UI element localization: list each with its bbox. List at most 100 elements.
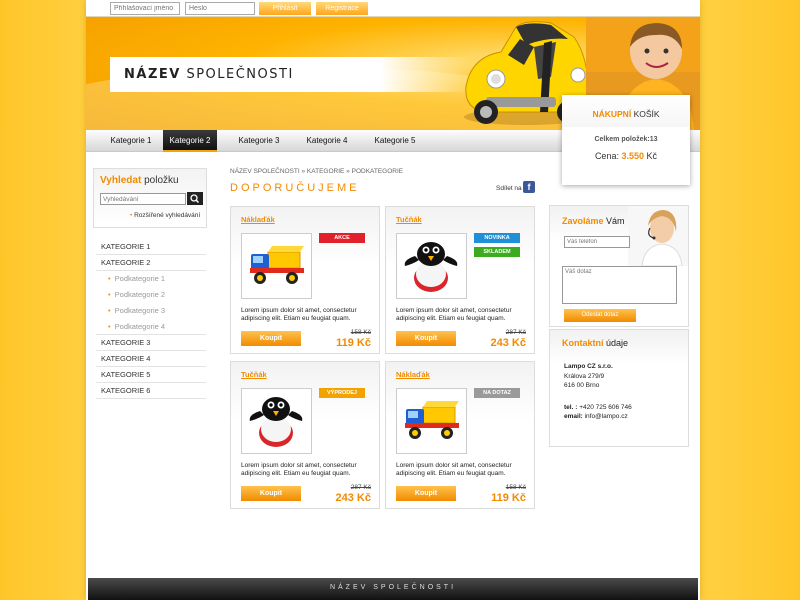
old-price: 158 Kč (505, 484, 526, 491)
cart-item-count: Celkem položek:13 (562, 136, 690, 143)
bullet-icon: • (108, 306, 111, 315)
category-item-kategorie-3[interactable]: KATEGORIE 3 (96, 335, 206, 351)
username-input[interactable] (110, 2, 180, 15)
badge-akce: AKCE (319, 233, 365, 243)
company-logo: NÁZEV SPOLEČNOSTI (124, 67, 294, 82)
contact-phone-label: tel. : (564, 403, 578, 411)
callback-title: Zavoláme Vám (562, 216, 625, 226)
search-box: Vyhledat položku • Rozšířené vyhledávání (93, 168, 207, 228)
contact-city: 616 00 Brno (564, 382, 600, 389)
contact-title: Kontaktní údaje (562, 338, 628, 348)
register-button[interactable]: Registrace (316, 2, 368, 15)
phone-input[interactable] (564, 236, 630, 248)
contact-street: Králova 279/9 (564, 372, 605, 380)
product-description: Lorem ipsum dolor sit amet, consectetur … (396, 462, 512, 477)
nav-item-kategorie-4[interactable]: Kategorie 4 (294, 130, 360, 152)
subcategory-label: Podkategorie 1 (114, 274, 166, 283)
logo-box[interactable]: NÁZEV SPOLEČNOSTI (110, 57, 470, 92)
buy-button[interactable]: Koupit (241, 331, 301, 346)
penguin-image (249, 397, 303, 447)
callback-box: Zavoláme Vám Odeslat dotaz (549, 205, 689, 327)
contact-phone: tel. : +420 725 606 746 (564, 403, 632, 413)
question-textarea[interactable] (562, 266, 677, 304)
contact-email-value: info@lampo.cz (584, 413, 628, 420)
contact-box: Kontaktní údaje Lampo CZ s.r.o. Králova … (549, 329, 689, 447)
breadcrumb[interactable]: NÁZEV SPOLEČNOSTI » KATEGORIE » PODKATEG… (230, 168, 403, 175)
contact-spacer (564, 391, 632, 403)
product-name-link[interactable]: Náklaďák (241, 215, 275, 224)
badge-novinka: NOVINKA (474, 233, 520, 243)
contact-company: Lampo CZ s.r.o. (564, 363, 613, 370)
login-button[interactable]: Přihlásit (259, 2, 311, 15)
category-item-kategorie-1[interactable]: KATEGORIE 1 (96, 239, 206, 255)
truck-image (405, 401, 459, 439)
product-price: 243 Kč (335, 492, 371, 504)
logo-rest: SPOLEČNOSTI (186, 67, 294, 82)
footer: NÁZEV SPOLEČNOSTI (88, 578, 698, 600)
login-bar: Přihlásit Registrace (86, 0, 700, 17)
old-price: 287 Kč (350, 484, 371, 491)
category-item-kategorie-6[interactable]: KATEGORIE 6 (96, 383, 206, 399)
subcategory-label: Podkategorie 4 (114, 322, 166, 331)
send-question-button[interactable]: Odeslat dotaz (564, 309, 636, 322)
bullet-icon: • (108, 290, 111, 299)
logo-bold: NÁZEV (124, 67, 181, 82)
nav-item-kategorie-1[interactable]: Kategorie 1 (96, 130, 166, 152)
product-name-link[interactable]: Tučňák (241, 370, 267, 379)
product-description: Lorem ipsum dolor sit amet, consectetur … (396, 307, 512, 322)
search-button[interactable] (187, 192, 203, 205)
product-card: Tučňák VÝPRODEJ Lorem ipsum dolor sit am… (230, 361, 380, 509)
cart-items-label: Celkem položek: (594, 136, 650, 143)
subcategory-item-3[interactable]: • Podkategorie 3 (96, 303, 206, 319)
cart-price-label: Cena: (594, 151, 619, 161)
buy-button[interactable]: Koupit (396, 331, 456, 346)
badge-na-dotaz: NA DOTAZ (474, 388, 520, 398)
category-item-kategorie-5[interactable]: KATEGORIE 5 (96, 367, 206, 383)
contact-email-label: email: (564, 413, 583, 420)
subcategory-item-4[interactable]: • Podkategorie 4 (96, 319, 206, 335)
product-name-link[interactable]: Tučňák (396, 215, 422, 224)
advanced-search-link[interactable]: • Rozšířené vyhledávání (130, 212, 200, 219)
search-input[interactable] (100, 193, 186, 205)
cart-items-value: 13 (649, 136, 658, 143)
shopping-cart-box[interactable]: NÁKUPNÍ KOŠÍK Celkem položek:13 Cena: 3.… (562, 95, 690, 185)
subcategory-item-1[interactable]: • Podkategorie 1 (96, 271, 206, 287)
contact-email[interactable]: email: info@lampo.cz (564, 412, 632, 422)
product-image-frame[interactable] (241, 233, 312, 299)
subcategory-label: Podkategorie 3 (114, 306, 166, 315)
callback-title-rest: Vám (606, 216, 625, 226)
search-icon (190, 194, 200, 204)
advanced-search-label: Rozšířené vyhledávání (134, 212, 201, 219)
nav-item-kategorie-5[interactable]: Kategorie 5 (362, 130, 428, 152)
password-input[interactable] (185, 2, 255, 15)
category-item-kategorie-2[interactable]: KATEGORIE 2 (96, 255, 206, 271)
product-price: 243 Kč (490, 337, 526, 349)
product-image-frame[interactable] (396, 233, 467, 299)
search-title-rest: položku (144, 175, 179, 186)
product-name-link[interactable]: Náklaďák (396, 370, 430, 379)
page: Přihlásit Registrace NÁZEV SPOLEČNOSTI (86, 0, 700, 600)
buy-button[interactable]: Koupit (241, 486, 301, 501)
product-image-frame[interactable] (241, 388, 312, 454)
contact-title-rest: údaje (606, 338, 629, 348)
category-item-kategorie-4[interactable]: KATEGORIE 4 (96, 351, 206, 367)
nav-item-kategorie-2[interactable]: Kategorie 2 (163, 130, 217, 152)
old-price: 287 Kč (505, 329, 526, 336)
contact-details: Lampo CZ s.r.o. Králova 279/9 616 00 Brn… (564, 362, 632, 422)
cart-price-value: 3.550 (621, 151, 645, 161)
section-title: DOPORUČUJEME (230, 182, 360, 194)
category-list: KATEGORIE 1 KATEGORIE 2 • Podkategorie 1 … (96, 239, 206, 399)
share-label: Sdílet na (496, 185, 522, 192)
facebook-icon[interactable]: f (523, 181, 535, 193)
product-description: Lorem ipsum dolor sit amet, consectetur … (241, 462, 357, 477)
cart-currency: Kč (646, 151, 658, 161)
buy-button[interactable]: Koupit (396, 486, 456, 501)
subcategory-item-2[interactable]: • Podkategorie 2 (96, 287, 206, 303)
cart-title-bold: NÁKUPNÍ (592, 109, 632, 119)
product-card: Náklaďák AKCE Lorem ipsum dolor sit amet… (230, 206, 380, 354)
bullet-icon: • (108, 274, 111, 283)
cart-title-rest: KOŠÍK (633, 109, 660, 119)
cart-title: NÁKUPNÍ KOŠÍK (562, 95, 690, 127)
product-image-frame[interactable] (396, 388, 467, 454)
nav-item-kategorie-3[interactable]: Kategorie 3 (226, 130, 292, 152)
